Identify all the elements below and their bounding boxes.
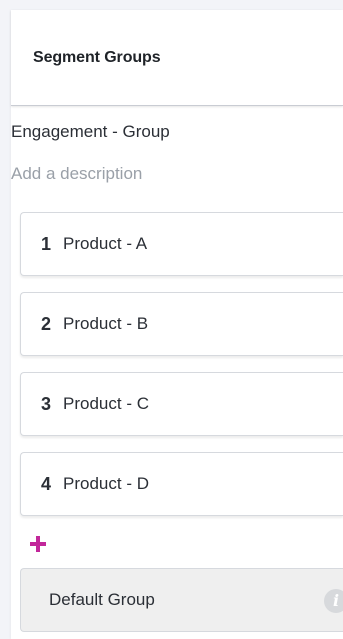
plus-icon: [30, 536, 46, 552]
segment-label: Product - A: [63, 234, 148, 253]
segment-item-1[interactable]: 1 Product - A: [20, 212, 343, 276]
panel-title: Segment Groups: [33, 49, 161, 66]
group-description-field[interactable]: Add a description: [11, 164, 142, 184]
segment-item-2[interactable]: 2 Product - B: [20, 292, 343, 356]
segment-label: Product - C: [63, 394, 149, 413]
segment-label: Product - B: [63, 314, 149, 333]
segment-number: 3: [41, 393, 52, 414]
segment-item-3[interactable]: 3 Product - C: [20, 372, 343, 436]
segment-label: Product - D: [63, 474, 149, 493]
segment-groups-panel: Segment Groups Engagement - Group Add a …: [11, 10, 343, 639]
panel-header: Segment Groups: [11, 10, 343, 106]
segment-number: 2: [41, 313, 52, 334]
info-icon[interactable]: i: [324, 589, 343, 613]
group-name[interactable]: Engagement - Group: [11, 122, 170, 142]
default-group[interactable]: Default Group i: [20, 568, 343, 632]
segment-number: 4: [41, 473, 52, 494]
add-segment-button[interactable]: [27, 533, 49, 555]
segment-number: 1: [41, 233, 52, 254]
default-group-label: Default Group: [49, 590, 155, 609]
segment-item-4[interactable]: 4 Product - D: [20, 452, 343, 516]
